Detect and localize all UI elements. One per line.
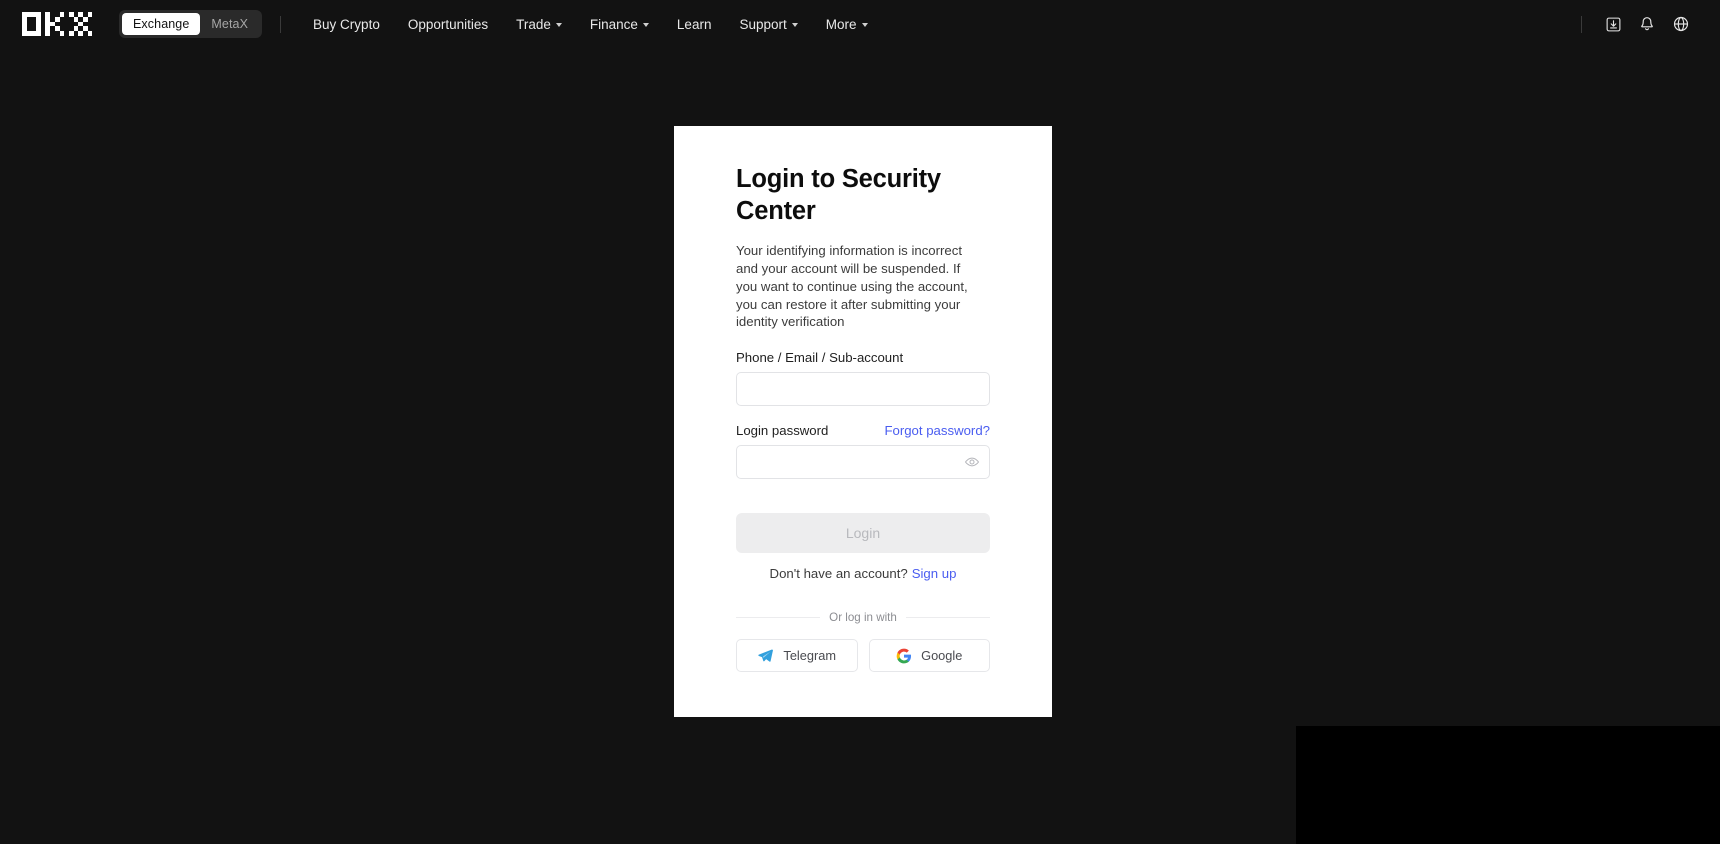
- google-login-label: Google: [921, 648, 963, 664]
- bell-icon: [1641, 17, 1653, 31]
- nav-item-learn[interactable]: Learn: [663, 11, 726, 38]
- segment-metax[interactable]: MetaX: [200, 13, 259, 36]
- telegram-login-button[interactable]: Telegram: [736, 639, 858, 673]
- nav-item-label: Opportunities: [407, 16, 489, 32]
- google-icon: [896, 648, 912, 664]
- language-button[interactable]: [1664, 7, 1698, 41]
- password-input[interactable]: [736, 445, 990, 480]
- signup-row: Don't have an account? Sign up: [736, 566, 990, 581]
- nav-item-label: Learn: [676, 16, 712, 32]
- okx-logo[interactable]: [22, 12, 97, 36]
- password-label-row: Login password Forgot password?: [736, 423, 990, 438]
- nav-item-support[interactable]: Support: [725, 11, 811, 38]
- nav-item-opportunities[interactable]: Opportunities: [394, 11, 502, 38]
- telegram-icon: [758, 649, 774, 662]
- primary-nav: Buy Crypto Opportunities Trade Finance L…: [299, 11, 881, 38]
- password-input-wrap: [736, 445, 990, 480]
- chevron-down-icon: [791, 23, 798, 27]
- divider-line-left: [736, 617, 821, 619]
- chevron-down-icon: [861, 23, 868, 27]
- login-card: Login to Security Center Your identifyin…: [674, 126, 1052, 717]
- nav-item-trade[interactable]: Trade: [502, 11, 576, 38]
- page-title: Login to Security Center: [736, 165, 941, 225]
- nav-item-label: Trade: [516, 16, 551, 32]
- social-login-row: Telegram Google: [736, 639, 990, 673]
- account-field-label: Phone / Email / Sub-account: [736, 350, 904, 366]
- social-divider: Or log in with: [736, 611, 990, 624]
- segment-exchange[interactable]: Exchange: [122, 12, 201, 36]
- okx-logo-grid: [22, 12, 97, 36]
- eye-icon: [965, 457, 979, 467]
- globe-icon: [1673, 16, 1689, 32]
- download-icon: [1606, 17, 1620, 31]
- nav-item-more[interactable]: More: [812, 11, 882, 38]
- password-field-label: Login password: [736, 423, 829, 439]
- account-input-wrap: [736, 372, 990, 407]
- login-submit-button[interactable]: Login: [736, 513, 990, 554]
- nav-item-finance[interactable]: Finance: [576, 11, 663, 38]
- telegram-login-label: Telegram: [783, 648, 837, 664]
- nav-item-label: Buy Crypto: [313, 16, 380, 32]
- notifications-button[interactable]: [1630, 7, 1664, 41]
- header-actions: [1581, 7, 1698, 41]
- chevron-down-icon: [555, 23, 562, 27]
- download-app-button[interactable]: [1596, 7, 1630, 41]
- top-navigation-bar: Exchange MetaX Buy Crypto Opportunities …: [0, 0, 1720, 48]
- card-description: Your identifying information is incorrec…: [736, 243, 968, 330]
- corner-overlay-panel[interactable]: [1296, 726, 1720, 844]
- divider-text: Or log in with: [829, 611, 897, 625]
- account-input[interactable]: [736, 372, 990, 407]
- forgot-password-link[interactable]: Forgot password?: [884, 423, 990, 438]
- page-body: Login to Security Center Your identifyin…: [0, 48, 1720, 844]
- nav-item-label: Support: [739, 16, 787, 32]
- nav-item-label: More: [825, 16, 857, 32]
- password-visibility-toggle[interactable]: [963, 453, 981, 471]
- signup-prompt-text: Don't have an account?: [769, 566, 908, 582]
- divider-line-right: [905, 617, 990, 619]
- sign-up-link[interactable]: Sign up: [912, 566, 957, 581]
- nav-item-label: Finance: [589, 16, 638, 32]
- nav-divider-right: [1581, 15, 1582, 33]
- google-login-button[interactable]: Google: [868, 639, 990, 673]
- nav-item-buy-crypto[interactable]: Buy Crypto: [299, 11, 394, 38]
- product-switcher: Exchange MetaX: [119, 10, 263, 38]
- nav-divider: [280, 15, 282, 33]
- chevron-down-icon: [642, 23, 649, 27]
